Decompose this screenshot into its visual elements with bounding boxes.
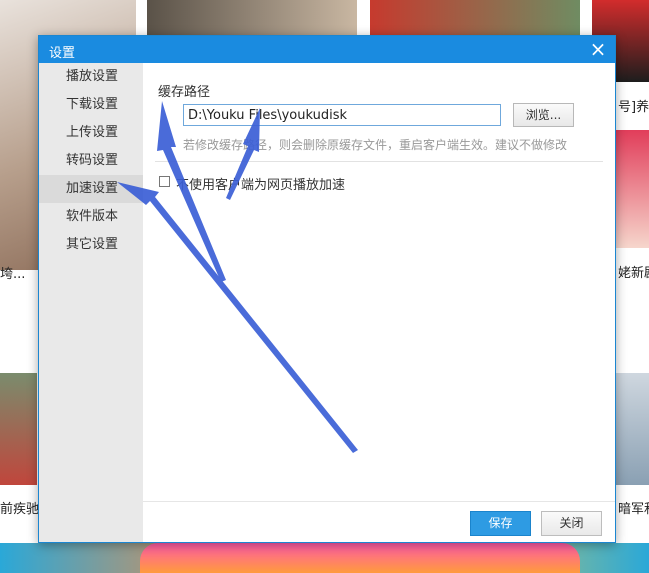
settings-dialog: 设置 × 播放设置 下载设置 上传设置 转码设置 加速设置 软件版本 其它设置 …	[38, 35, 616, 543]
cache-path-input[interactable]	[183, 104, 501, 126]
background-video-title[interactable]: 暗军和	[618, 498, 649, 517]
close-button[interactable]: 关闭	[541, 511, 602, 536]
disable-web-acceleration-checkbox[interactable]	[159, 176, 170, 187]
background-video-title[interactable]: 号]养邓	[618, 96, 649, 115]
close-icon[interactable]: ×	[587, 38, 609, 60]
thumbnail[interactable]	[370, 0, 580, 36]
divider	[155, 161, 603, 162]
sidebar-item-other[interactable]: 其它设置	[39, 231, 143, 259]
disable-web-acceleration-label[interactable]: 不使用客户端为网页播放加速	[176, 174, 345, 193]
settings-sidebar: 播放设置 下载设置 上传设置 转码设置 加速设置 软件版本 其它设置	[39, 63, 143, 542]
save-button[interactable]: 保存	[470, 511, 531, 536]
cache-path-label: 缓存路径	[158, 85, 211, 100]
thumbnail[interactable]	[147, 0, 357, 36]
sidebar-item-upload[interactable]: 上传设置	[39, 119, 143, 147]
sidebar-item-download[interactable]: 下载设置	[39, 91, 143, 119]
thumbnail[interactable]	[0, 373, 37, 485]
sidebar-item-transcode[interactable]: 转码设置	[39, 147, 143, 175]
background-video-title[interactable]: 垮...	[0, 263, 25, 282]
sidebar-item-playback[interactable]: 播放设置	[39, 63, 143, 91]
background-banner[interactable]	[140, 543, 580, 573]
settings-content: 缓存路径 浏览... 若修改缓存路径，则会删除原缓存文件，重启客户端生效。建议不…	[143, 63, 615, 542]
dialog-titlebar[interactable]: 设置 ×	[39, 36, 615, 63]
browse-button[interactable]: 浏览...	[513, 103, 574, 127]
sidebar-item-version[interactable]: 软件版本	[39, 203, 143, 231]
footer-divider	[143, 501, 615, 502]
background-video-title[interactable]: 姥新剧	[618, 262, 649, 281]
sidebar-item-acceleration[interactable]: 加速设置	[39, 175, 143, 203]
background-video-title[interactable]: 前疾驰	[0, 498, 39, 517]
thumbnail[interactable]	[616, 373, 649, 485]
thumbnail[interactable]	[616, 130, 649, 248]
dialog-title: 设置	[49, 46, 76, 61]
cache-path-hint: 若修改缓存路径，则会删除原缓存文件，重启客户端生效。建议不做修改	[183, 138, 568, 152]
